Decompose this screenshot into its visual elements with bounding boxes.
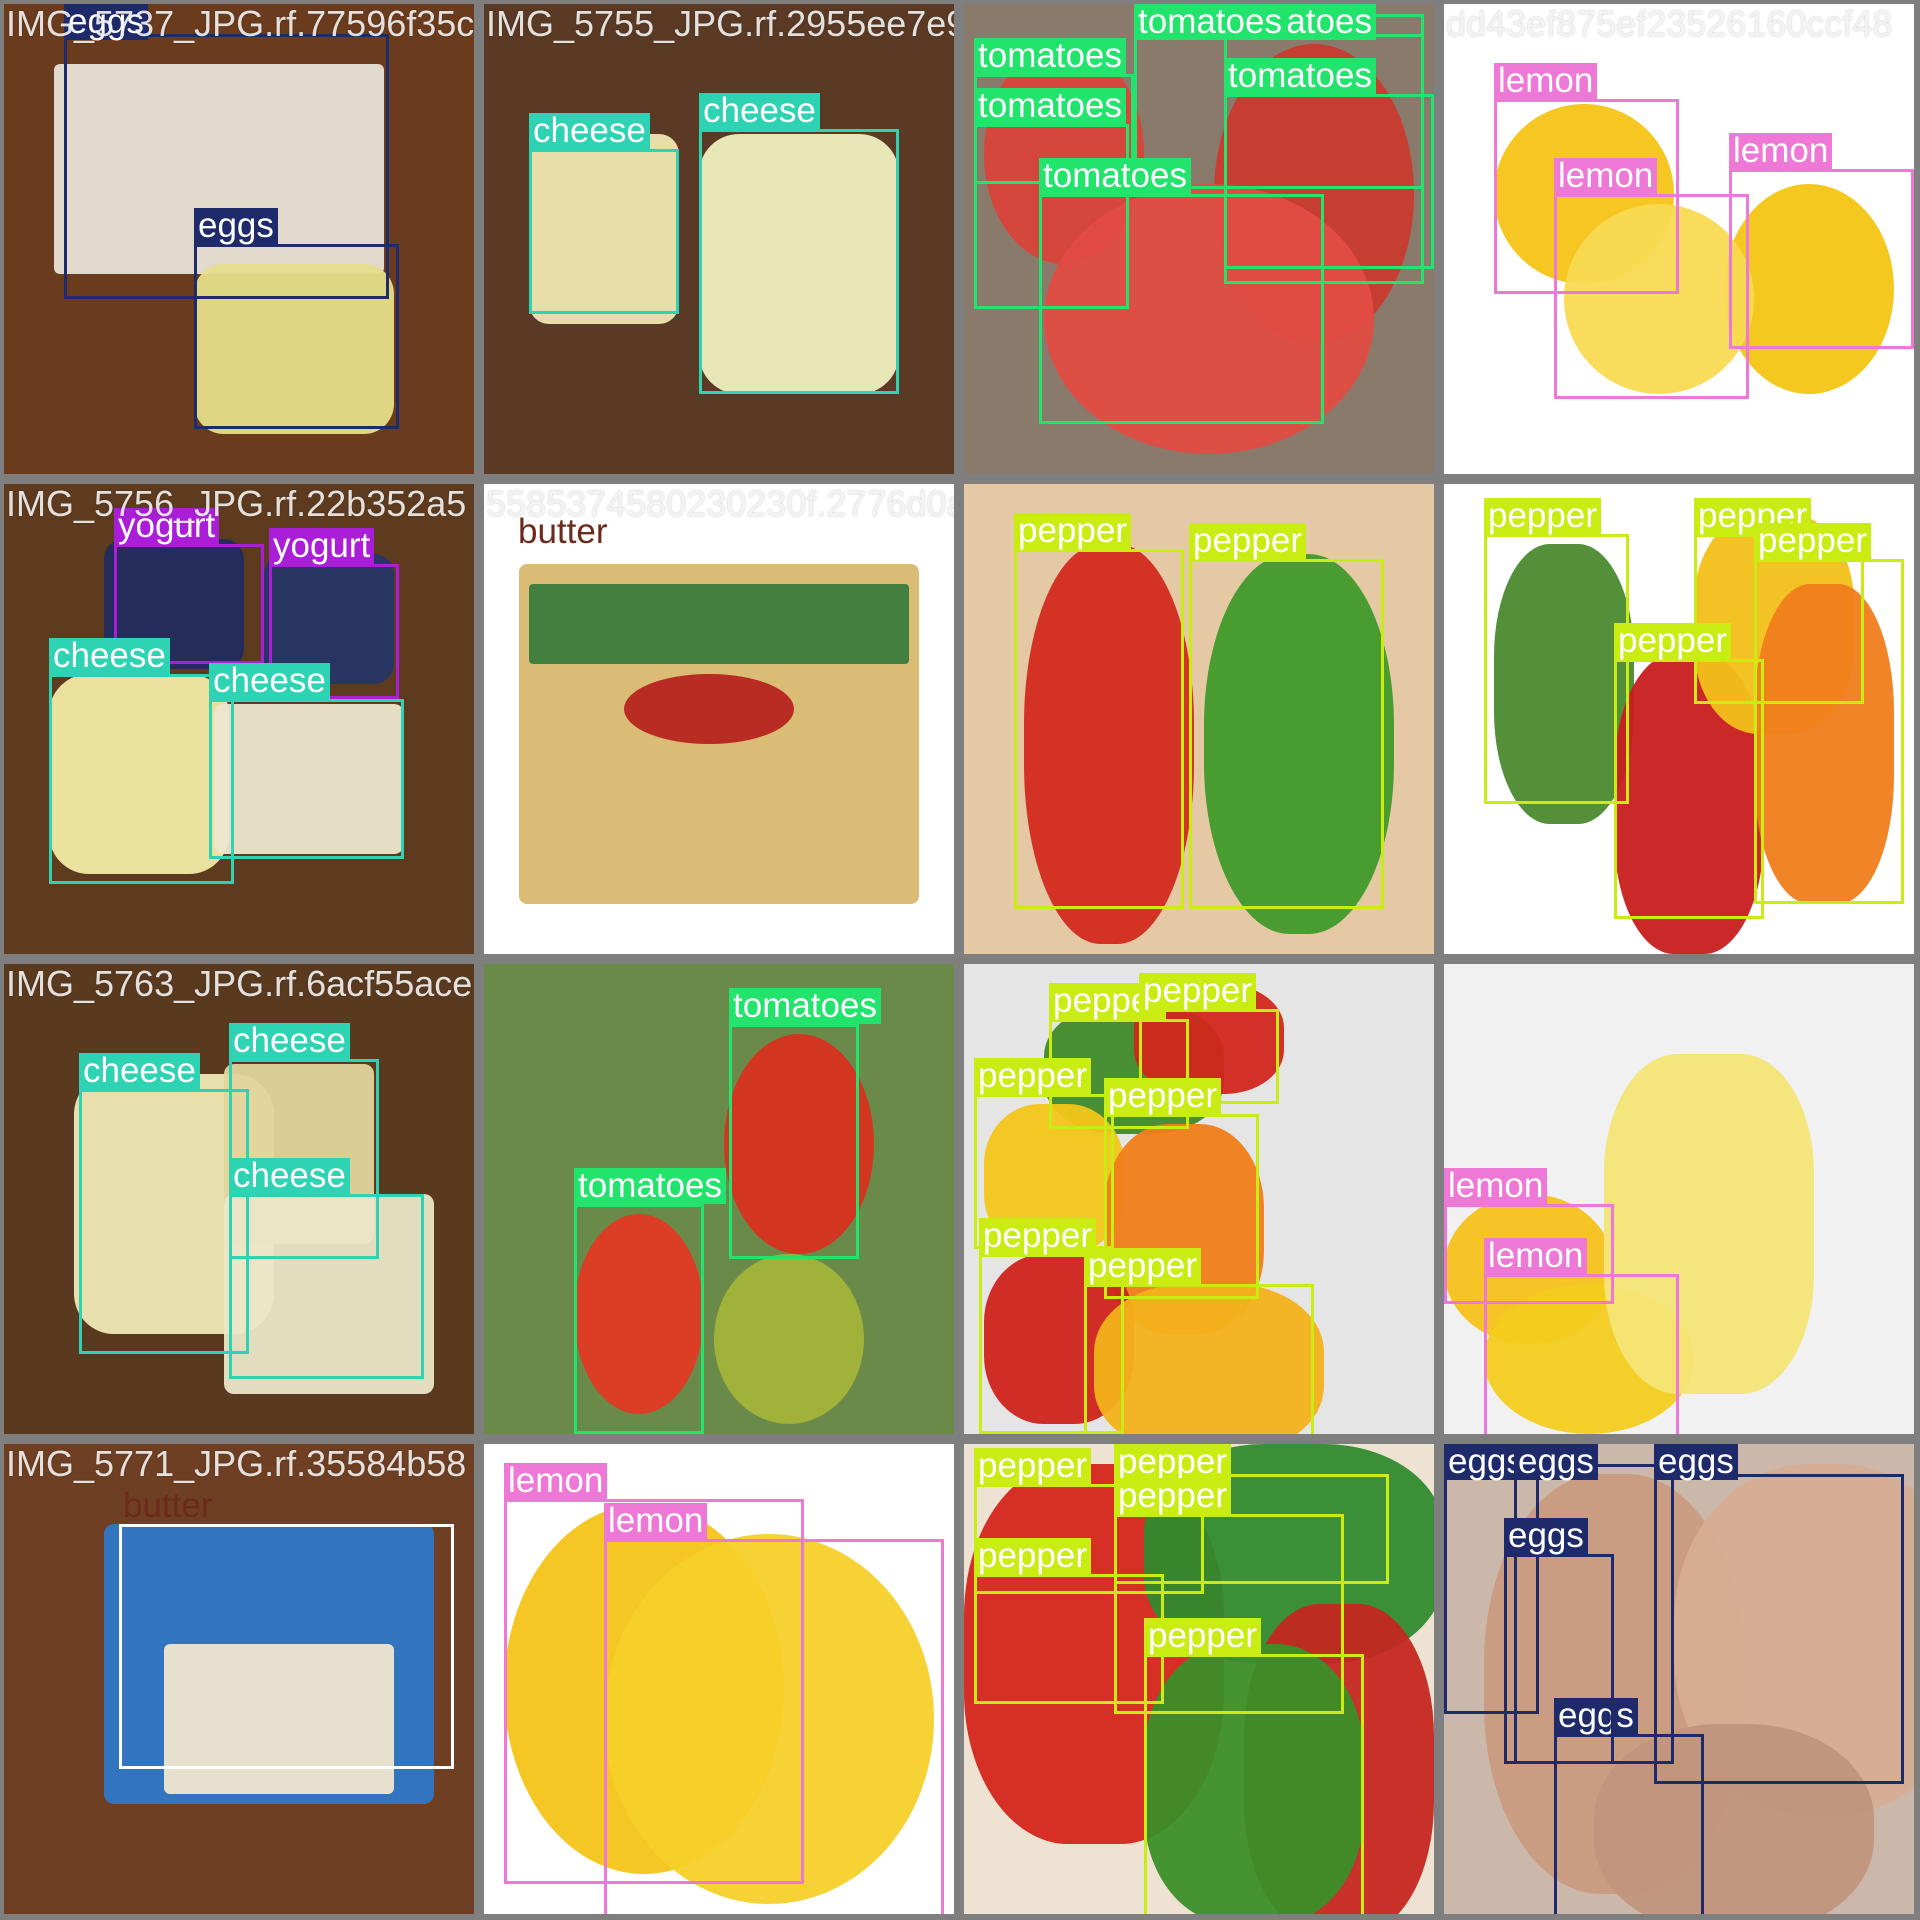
box-label: pepper <box>974 1448 1091 1484</box>
box-label: tomatoes <box>1224 58 1376 94</box>
box-label: tomatoes <box>729 988 881 1024</box>
image-filename: IMG_5737_JPG.rf.77596f35c <box>6 4 474 44</box>
image-filename: dd43ef875ef23526160ccf48 <box>1446 4 1893 44</box>
bounding-box <box>1484 534 1629 804</box>
box-label: pepper <box>1014 513 1131 549</box>
box-label: pepper <box>1754 523 1871 559</box>
photo-object <box>529 584 909 664</box>
box-label: cheese <box>79 1053 200 1089</box>
photo-object <box>624 674 794 744</box>
bounding-box <box>119 1524 454 1769</box>
box-label: pepper <box>1189 523 1306 559</box>
image-tile: pepper pepper <box>964 484 1434 954</box>
box-label: yogurt <box>269 528 375 564</box>
box-label: lemon <box>1729 133 1833 169</box>
box-label: tomatoes <box>974 38 1126 74</box>
image-tile: eggs eggs IMG_5737_JPG.rf.77596f35c <box>4 4 474 474</box>
box-label: pepper <box>1104 1078 1221 1114</box>
box-label: pepper <box>1144 1618 1261 1654</box>
image-tile: tomatoes tomatoes tomatoes tomatoes tomatoes… <box>964 4 1434 474</box>
image-tile: yogurt yogurt cheese cheese IMG_5756_JPG.rf.… <box>4 484 474 954</box>
bounding-box <box>1144 1654 1364 1914</box>
box-label: lemon <box>504 1463 608 1499</box>
image-tile: lemon lemon lemon dd43ef875ef23526160ccf48 <box>1444 4 1914 474</box>
box-label: tomatoes <box>574 1168 726 1204</box>
bounding-box <box>79 1089 249 1354</box>
box-label: lemon <box>1554 158 1658 194</box>
box-label: pepper <box>1114 1444 1231 1480</box>
box-label: tomatoes <box>1134 4 1286 40</box>
photo-object <box>714 1254 864 1424</box>
bounding-box <box>1614 659 1764 919</box>
box-label: cheese <box>209 663 330 699</box>
bounding-box <box>1729 169 1914 349</box>
box-label: lemon <box>604 1503 708 1539</box>
bounding-box <box>1504 1554 1614 1764</box>
bounding-box <box>49 674 234 884</box>
image-filename: 5585374580230230f.2776d0a <box>486 484 954 524</box>
box-label: cheese <box>229 1023 350 1059</box>
box-label: pepper <box>1614 623 1731 659</box>
box-label: eggs <box>1514 1444 1598 1480</box>
box-label: cheese <box>229 1158 350 1194</box>
bounding-box <box>729 1024 859 1259</box>
image-tile: pepper pepper pepper pepper pepper pepper <box>964 964 1434 1434</box>
image-tile: butter 5585374580230230f.2776d0a <box>484 484 954 954</box>
box-label: eggs <box>1504 1518 1588 1554</box>
image-tile: cheese cheese IMG_5755_JPG.rf.2955ee7e91e0 <box>484 4 954 474</box>
box-label: eggs <box>1654 1444 1738 1480</box>
image-tile: lemon lemon <box>484 1444 954 1914</box>
box-label: cheese <box>49 638 170 674</box>
box-label: pepper <box>979 1218 1096 1254</box>
image-tile: butter IMG_5771_JPG.rf.35584b58 <box>4 1444 474 1914</box>
image-tile: cheese cheese cheese IMG_5763_JPG.rf.6acf55… <box>4 964 474 1434</box>
mosaic-grid: eggs eggs IMG_5737_JPG.rf.77596f35c cheese c… <box>0 0 1920 1920</box>
image-tile: eggs eggs eggs eggs eggs <box>1444 1444 1914 1914</box>
bounding-box <box>1039 194 1324 424</box>
box-label: pepper <box>1114 1478 1231 1514</box>
image-tile: pepper pepper pepper pepper pepper <box>964 1444 1434 1914</box>
bounding-box <box>1014 549 1184 909</box>
bounding-box <box>604 1539 944 1914</box>
image-filename: IMG_5771_JPG.rf.35584b58 <box>6 1444 467 1484</box>
box-label: pepper <box>1484 498 1601 534</box>
bounding-box <box>574 1204 704 1434</box>
image-tile: pepper pepper pepper pepper <box>1444 484 1914 954</box>
image-filename: IMG_5756_JPG.rf.22b352a5 <box>6 484 467 524</box>
bounding-box <box>529 149 679 314</box>
box-label: pepper <box>1084 1248 1201 1284</box>
image-filename: IMG_5763_JPG.rf.6acf55ace <box>6 964 473 1004</box>
box-label: eggs <box>194 208 278 244</box>
bounding-box <box>1554 194 1749 399</box>
bounding-box <box>1084 1284 1314 1434</box>
bounding-box <box>229 1194 424 1379</box>
image-tile: lemon lemon <box>1444 964 1914 1434</box>
bounding-box <box>194 244 399 429</box>
box-label: cheese <box>529 113 650 149</box>
image-filename: IMG_5755_JPG.rf.2955ee7e91e0 <box>486 4 954 44</box>
box-label: lemon <box>1444 1168 1548 1204</box>
box-label: lemon <box>1484 1238 1588 1274</box>
bounding-box <box>1754 559 1904 904</box>
box-label: pepper <box>974 1538 1091 1574</box>
box-label: cheese <box>699 93 820 129</box>
bounding-box <box>1189 559 1384 909</box>
image-tile: tomatoes tomatoes <box>484 964 954 1434</box>
bounding-box <box>1484 1274 1679 1434</box>
box-label: lemon <box>1494 63 1598 99</box>
box-label: tomatoes <box>1039 158 1191 194</box>
box-label: butter <box>123 1486 213 1525</box>
box-label: pepper <box>1139 973 1256 1009</box>
box-label: pepper <box>974 1058 1091 1094</box>
bounding-box <box>209 699 404 859</box>
bounding-box <box>699 129 899 394</box>
